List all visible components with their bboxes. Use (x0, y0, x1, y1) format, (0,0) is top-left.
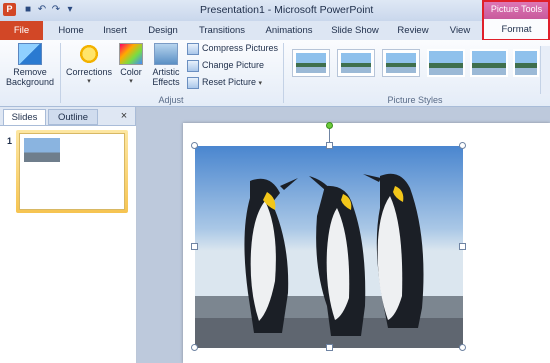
style-preview-image (386, 53, 416, 73)
chevron-down-icon: ▾ (129, 78, 133, 85)
change-picture-icon (187, 59, 199, 72)
customize-quick-access-icon[interactable]: ▾ (64, 4, 76, 16)
color-swatch-icon (119, 43, 143, 65)
reset-picture-button[interactable]: Reset Picture ▾ (187, 74, 262, 91)
redo-icon[interactable]: ↷ (50, 4, 62, 16)
resize-handle-top[interactable] (326, 142, 333, 149)
sun-icon (77, 43, 101, 65)
chevron-down-icon: ▾ (87, 78, 91, 85)
resize-handle-right[interactable] (459, 243, 466, 250)
tab-file[interactable]: File (0, 21, 43, 40)
tab-slide-show[interactable]: Slide Show (328, 23, 382, 40)
tab-outline[interactable]: Outline (48, 109, 98, 125)
reset-picture-icon (187, 76, 199, 89)
slide-number: 1 (7, 136, 13, 146)
penguins-picture[interactable] (195, 146, 463, 348)
tab-review[interactable]: Review (393, 23, 433, 40)
picture-style-thumb[interactable] (513, 49, 539, 77)
save-icon[interactable]: ■ (22, 4, 34, 16)
ribbon-separator (60, 43, 61, 103)
remove-background-icon (18, 43, 42, 65)
rotate-handle[interactable] (326, 122, 333, 129)
tab-view[interactable]: View (443, 23, 477, 40)
style-preview-image (296, 53, 326, 73)
title-bar: P ■ ↶ ↷ ▾ Presentation1 - Microsoft Powe… (0, 0, 550, 21)
compress-icon (187, 42, 199, 55)
close-icon[interactable]: × (118, 110, 130, 122)
artistic-effects-label-1: Artistic (152, 67, 180, 77)
color-label: Color (120, 67, 142, 77)
tab-animations[interactable]: Animations (261, 23, 317, 40)
corrections-label: Corrections (65, 67, 112, 77)
ribbon: Remove Background Corrections ▾ Color ▾ … (0, 40, 550, 107)
artistic-effects-button[interactable]: Artistic Effects (147, 43, 185, 87)
penguins-image (195, 146, 463, 348)
picture-style-thumb[interactable] (427, 49, 465, 77)
style-preview-image (341, 53, 371, 73)
remove-background-label-1: Remove (13, 67, 47, 77)
chevron-down-icon: ▾ (258, 80, 263, 87)
adjust-group-label: Adjust (158, 95, 184, 105)
change-picture-button[interactable]: Change Picture (187, 57, 264, 74)
change-picture-label: Change Picture (202, 60, 265, 70)
color-button[interactable]: Color ▾ (116, 43, 146, 87)
slide-thumbnail (19, 133, 125, 210)
compress-pictures-label: Compress Pictures (202, 43, 279, 53)
undo-icon[interactable]: ↶ (36, 4, 48, 16)
style-preview-image (472, 51, 506, 75)
resize-handle-top-right[interactable] (459, 142, 466, 149)
slide-thumbnail-selected[interactable] (16, 130, 128, 213)
resize-handle-left[interactable] (191, 243, 198, 250)
thumbnail-picture (24, 138, 60, 162)
resize-handle-bottom-right[interactable] (459, 344, 466, 351)
tab-slides[interactable]: Slides (3, 109, 46, 125)
artistic-effects-label-2: Effects (152, 77, 180, 87)
picture-tools-context-label: Picture Tools (483, 0, 550, 19)
resize-handle-bottom-left[interactable] (191, 344, 198, 351)
style-preview-image (515, 51, 537, 75)
slides-pane: Slides Outline × 1 (0, 107, 136, 363)
tab-home[interactable]: Home (55, 23, 87, 40)
picture-style-thumb[interactable] (382, 49, 420, 77)
tab-design[interactable]: Design (144, 23, 182, 40)
picture-style-thumb[interactable] (337, 49, 375, 77)
style-preview-image (429, 51, 463, 75)
tab-transitions[interactable]: Transitions (194, 23, 250, 40)
resize-handle-bottom[interactable] (326, 344, 333, 351)
reset-picture-label: Reset Picture (202, 77, 257, 87)
corrections-button[interactable]: Corrections ▾ (62, 43, 116, 87)
artistic-effects-icon (154, 43, 178, 65)
window-title: Presentation1 - Microsoft PowerPoint (200, 4, 374, 16)
resize-handle-top-left[interactable] (191, 142, 198, 149)
gallery-scroll[interactable] (540, 46, 550, 94)
tab-format[interactable]: Format (483, 19, 550, 40)
slide-list: 1 (0, 125, 136, 363)
picture-style-thumb[interactable] (292, 49, 330, 77)
ribbon-tab-row: File Home Insert Design Transitions Anim… (0, 19, 550, 40)
picture-styles-group-label: Picture Styles (387, 95, 443, 105)
tab-insert[interactable]: Insert (97, 23, 133, 40)
remove-background-label-2: Background (5, 77, 55, 87)
powerpoint-app-icon[interactable]: P (3, 3, 16, 16)
remove-background-button[interactable]: Remove Background (3, 43, 57, 87)
compress-pictures-button[interactable]: Compress Pictures (187, 40, 278, 57)
ribbon-separator (283, 43, 284, 103)
picture-style-thumb[interactable] (470, 49, 508, 77)
